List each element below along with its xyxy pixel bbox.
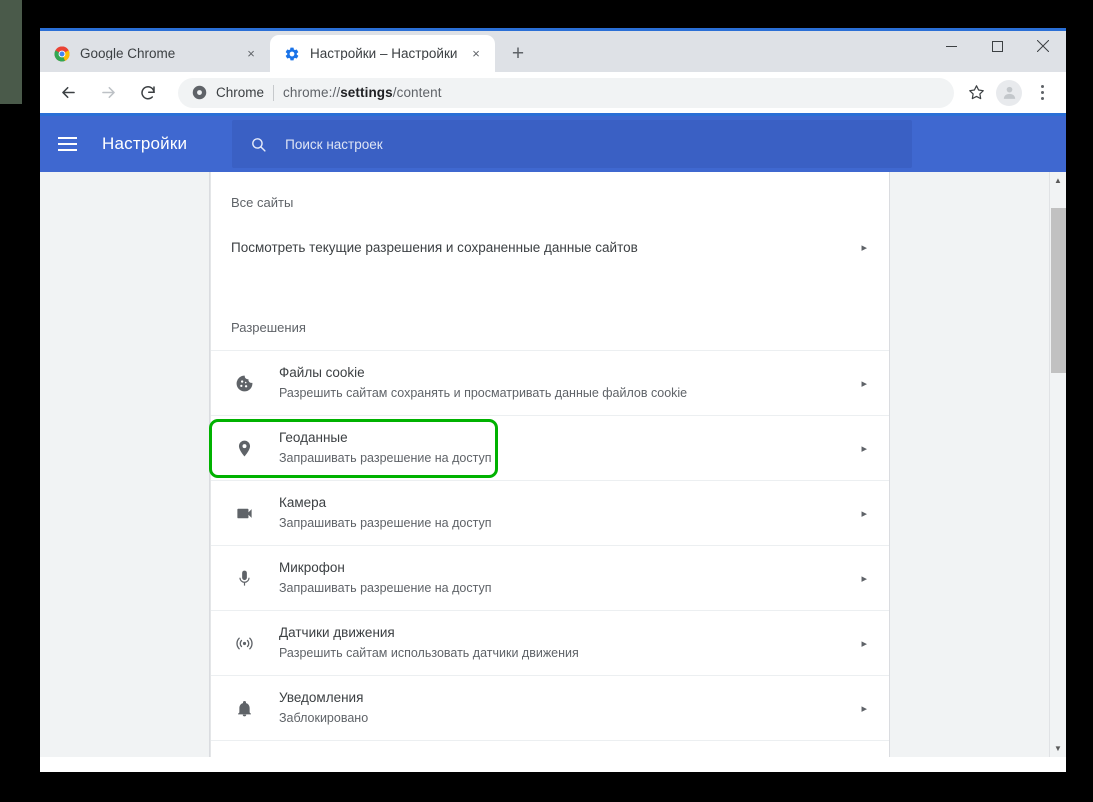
permissions-section-title: Разрешения: [231, 320, 306, 335]
permission-text: Файлы cookie Разрешить сайтам сохранять …: [269, 364, 861, 402]
browser-menu-icon[interactable]: [1028, 77, 1056, 109]
chrome-shield-icon: [192, 85, 207, 100]
scrollbar-track[interactable]: [1050, 189, 1067, 740]
permission-subtitle: Заблокировано: [279, 711, 369, 725]
permission-title: Камера: [279, 495, 327, 510]
desktop-edge-strip: [0, 0, 22, 104]
back-arrow-icon[interactable]: [52, 77, 84, 109]
permission-text: Микрофон Запрашивать разрешение на досту…: [269, 559, 861, 597]
permission-text: JavaScript Разрешено: [269, 754, 861, 757]
chevron-right-icon: ▸: [861, 442, 867, 455]
camera-icon: [235, 504, 269, 523]
permission-row-notifications[interactable]: Уведомления Заблокировано ▸: [211, 676, 889, 741]
permission-subtitle: Запрашивать разрешение на доступ: [279, 516, 492, 530]
permission-subtitle: Запрашивать разрешение на доступ: [279, 451, 492, 465]
screenshot-root: Google Chrome × Настройки – Настройки са…: [0, 0, 1093, 802]
permission-text: Камера Запрашивать разрешение на доступ: [269, 494, 861, 532]
vertical-scrollbar[interactable]: ▲ ▼: [1049, 172, 1066, 757]
settings-body: Все сайты Посмотреть текущие разрешения …: [40, 172, 1066, 757]
permission-text: Геоданные Запрашивать разрешение на дост…: [269, 429, 861, 467]
scrollbar-thumb[interactable]: [1050, 208, 1066, 373]
url-text: chrome://settings/content: [283, 85, 442, 100]
permission-subtitle: Запрашивать разрешение на доступ: [279, 581, 492, 595]
chevron-right-icon: ▸: [861, 572, 867, 585]
security-chip-label: Chrome: [216, 85, 265, 100]
close-icon[interactable]: [1020, 31, 1066, 61]
permission-subtitle: Разрешить сайтам сохранять и просматрива…: [279, 386, 688, 400]
all-sites-section-title: Все сайты: [231, 195, 294, 210]
permission-subtitle: Разрешить сайтам использовать датчики дв…: [279, 646, 579, 660]
permission-title: Микрофон: [279, 560, 345, 575]
tab-strip: Google Chrome × Настройки – Настройки са…: [40, 28, 1066, 72]
permission-text: Датчики движения Разрешить сайтам исполь…: [269, 624, 861, 662]
maximize-icon[interactable]: [974, 31, 1020, 61]
omnibox-divider: [273, 84, 275, 101]
tab-google-chrome[interactable]: Google Chrome ×: [40, 35, 270, 72]
permission-text: Уведомления Заблокировано: [269, 689, 861, 727]
reload-icon[interactable]: [132, 77, 164, 109]
settings-content-card: Все сайты Посмотреть текущие разрешения …: [209, 172, 890, 757]
hamburger-menu-icon[interactable]: [58, 130, 86, 158]
url-prefix: chrome://: [283, 85, 341, 100]
bell-icon: [235, 699, 269, 718]
search-placeholder: Поиск настроек: [285, 136, 383, 152]
location-pin-icon: [235, 439, 269, 458]
permission-title: Уведомления: [279, 690, 364, 705]
permission-row-motion-sensors[interactable]: Датчики движения Разрешить сайтам исполь…: [211, 611, 889, 676]
tab-title: Настройки – Настройки сайта: [310, 46, 457, 61]
permission-row-camera[interactable]: Камера Запрашивать разрешение на доступ …: [211, 481, 889, 546]
close-icon[interactable]: ×: [467, 45, 485, 63]
cookie-icon: [235, 374, 269, 393]
search-icon: [250, 136, 267, 153]
scroll-up-arrow-icon[interactable]: ▲: [1050, 172, 1067, 189]
scroll-down-arrow-icon[interactable]: ▼: [1050, 740, 1067, 757]
page-title: Настройки: [102, 134, 188, 153]
permission-title: Файлы cookie: [279, 365, 365, 380]
avatar[interactable]: [996, 79, 1022, 106]
tab-settings-site-settings[interactable]: Настройки – Настройки сайта ×: [270, 35, 495, 72]
new-tab-button[interactable]: +: [501, 36, 535, 70]
permission-title: JavaScript: [279, 755, 342, 757]
chevron-right-icon: ▸: [861, 637, 867, 650]
permission-row-javascript[interactable]: JavaScript Разрешено ▸: [211, 741, 889, 757]
bookmark-star-icon[interactable]: [962, 79, 990, 107]
chevron-right-icon: ▸: [861, 377, 867, 390]
settings-right-rail: [890, 172, 1066, 757]
forward-arrow-icon[interactable]: [92, 77, 124, 109]
chrome-logo-icon: [54, 45, 70, 62]
settings-header: Настройки Поиск настроек: [40, 116, 1066, 172]
settings-gear-icon: [284, 46, 300, 62]
url-bold: settings: [340, 85, 393, 100]
permission-row-cookies[interactable]: Файлы cookie Разрешить сайтам сохранять …: [211, 351, 889, 416]
permission-row-location[interactable]: Геоданные Запрашивать разрешение на дост…: [209, 416, 889, 481]
browser-toolbar: Chrome chrome://settings/content: [40, 72, 1066, 116]
permission-row-microphone[interactable]: Микрофон Запрашивать разрешение на досту…: [211, 546, 889, 611]
url-suffix: /content: [392, 85, 442, 100]
chevron-right-icon: ▸: [861, 702, 867, 715]
microphone-icon: [235, 569, 269, 588]
row-view-permissions-and-data[interactable]: Посмотреть текущие разрешения и сохранен…: [211, 223, 889, 271]
address-bar[interactable]: Chrome chrome://settings/content: [178, 77, 954, 108]
chevron-right-icon: ▸: [861, 507, 867, 520]
motion-sensor-icon: [235, 634, 269, 653]
permissions-list: Файлы cookie Разрешить сайтам сохранять …: [209, 350, 889, 757]
permission-title: Датчики движения: [279, 625, 395, 640]
minimize-icon[interactable]: [928, 31, 974, 61]
close-icon[interactable]: ×: [242, 45, 260, 63]
permission-title: Геоданные: [279, 430, 348, 445]
settings-sidebar: [40, 172, 210, 757]
browser-window: Google Chrome × Настройки – Настройки са…: [40, 28, 1066, 772]
window-controls: [928, 31, 1066, 61]
tab-title: Google Chrome: [80, 46, 176, 61]
chevron-right-icon: ▸: [861, 241, 867, 254]
search-settings-input[interactable]: Поиск настроек: [232, 120, 913, 168]
row-label: Посмотреть текущие разрешения и сохранен…: [231, 239, 638, 255]
